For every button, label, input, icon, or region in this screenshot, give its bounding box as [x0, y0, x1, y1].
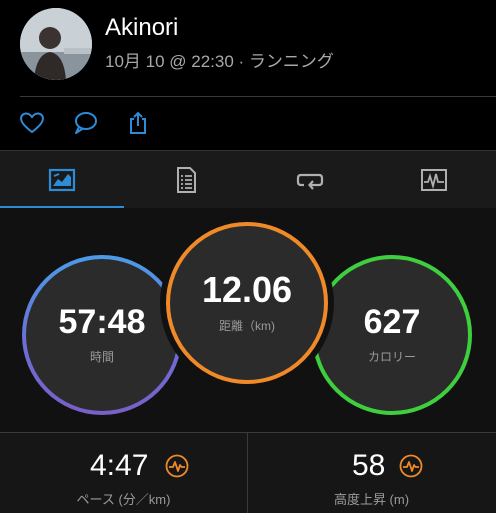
stats-row: 4:47 ペース (分／km) 58 高度上昇 (m) — [0, 432, 496, 513]
share-button[interactable] — [124, 109, 152, 137]
stats-icon — [48, 168, 76, 192]
activity-meta: 10月 10 @ 22:30 · ランニング — [105, 52, 334, 71]
tab-stats[interactable] — [0, 151, 124, 209]
comment-icon — [75, 112, 97, 134]
distance-value: 12.06 — [201, 269, 293, 310]
avatar[interactable] — [20, 8, 92, 80]
details-icon — [177, 167, 196, 193]
distance-label: 距離（km) — [219, 319, 275, 333]
tab-details[interactable] — [124, 151, 248, 209]
user-name[interactable]: Akinori — [105, 14, 178, 42]
pulse-icon — [399, 454, 423, 478]
pace-stat[interactable]: 4:47 ペース (分／km) — [0, 433, 247, 513]
tab-laps[interactable] — [248, 151, 372, 209]
tab-bar — [0, 150, 496, 209]
like-button[interactable] — [18, 109, 46, 137]
time-label: 時間 — [89, 350, 114, 364]
activity-screen: Akinori 10月 10 @ 22:30 · ランニング 57:48 時間 … — [0, 0, 496, 513]
time-value: 57:48 — [58, 303, 146, 341]
pace-label: ペース (分／km) — [76, 492, 171, 507]
action-row — [0, 97, 496, 150]
elevation-stat[interactable]: 58 高度上昇 (m) — [248, 433, 495, 513]
laps-icon — [296, 173, 324, 190]
calories-label: カロリー — [367, 350, 416, 364]
pulse-icon — [165, 454, 189, 478]
share-icon — [130, 111, 146, 134]
tab-charts[interactable] — [372, 151, 496, 209]
chart-icon — [421, 169, 447, 191]
activity-header: Akinori 10月 10 @ 22:30 · ランニング — [0, 0, 496, 96]
time-ring: 57:48 時間 — [22, 255, 182, 415]
calories-value: 627 — [363, 303, 421, 341]
comment-button[interactable] — [71, 109, 99, 137]
calories-ring: 627 カロリー — [312, 255, 472, 415]
elevation-value: 58 — [352, 449, 386, 482]
distance-ring: 12.06 距離（km) — [166, 222, 328, 384]
heart-icon — [19, 112, 45, 134]
elevation-label: 高度上昇 (m) — [333, 492, 410, 507]
pace-value: 4:47 — [90, 449, 149, 482]
